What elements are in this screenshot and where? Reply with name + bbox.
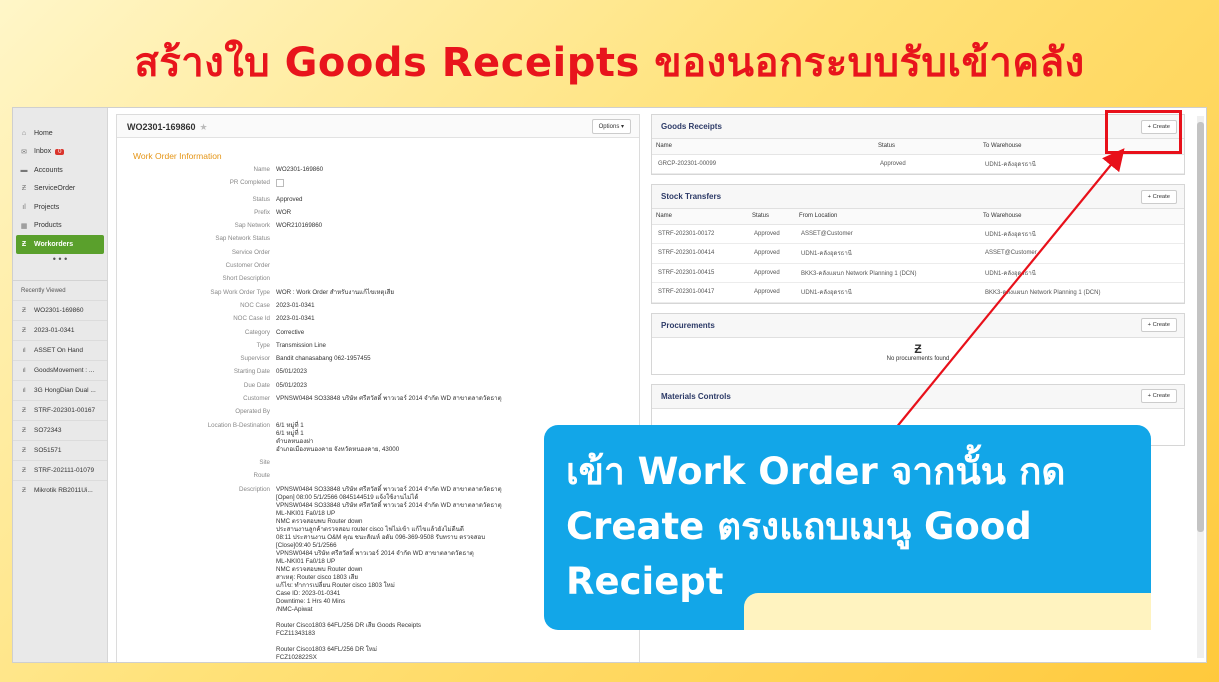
- callout-line: Create ตรงแถบเมนู Good: [566, 505, 1032, 548]
- callout-notch: [744, 593, 1151, 630]
- callout-line: เข้า Work Order จากนั้น กด: [566, 450, 1066, 493]
